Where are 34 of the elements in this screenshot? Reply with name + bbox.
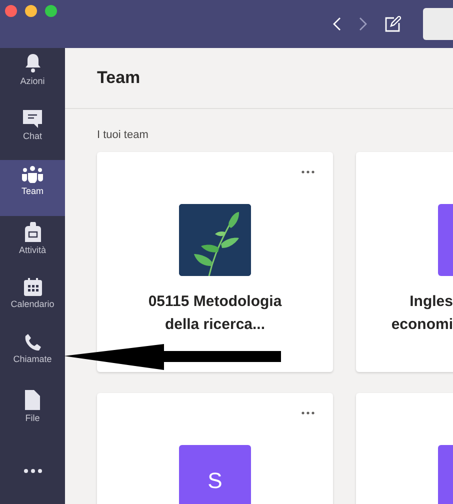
more-icon [301, 411, 315, 415]
course-card[interactable]: S [97, 393, 333, 504]
compose-icon [385, 16, 401, 32]
more-options-button[interactable] [301, 170, 315, 174]
sidebar-item[interactable]: Calendario [0, 272, 65, 328]
chevron-left-icon [333, 17, 341, 31]
sidebar-item[interactable]: Chiamate [0, 328, 65, 384]
search-field[interactable] [423, 8, 453, 40]
more-options-button[interactable] [301, 411, 315, 415]
course-card[interactable]: 05115 Metodologia della ricerca... [97, 152, 333, 372]
avatar-letter: S [208, 468, 222, 494]
course-card[interactable]: Ingles economi [356, 152, 453, 372]
more-icon [24, 469, 42, 473]
page-title: Team [97, 68, 140, 88]
phone-icon [24, 334, 40, 351]
sidebar-item[interactable]: File [0, 384, 65, 440]
sidebar-item[interactable]: Chat [0, 104, 65, 160]
section-label: I tuoi team [97, 129, 150, 141]
sidebar-item[interactable]: Team [0, 160, 65, 216]
team-name: Ingles economi [390, 292, 453, 335]
more-icon [301, 170, 315, 174]
close-button[interactable] [5, 5, 17, 17]
calendar-icon [24, 278, 42, 296]
chat-icon [23, 110, 42, 128]
minimize-button[interactable] [25, 5, 37, 17]
team-name: 05115 Metodologia della ricerca... [147, 292, 283, 335]
sidebar-item[interactable]: Attività [0, 216, 65, 272]
file-icon [25, 390, 40, 410]
maximize-button[interactable] [45, 5, 57, 17]
sidebar-item[interactable]: Azioni [0, 48, 65, 104]
chevron-right-icon [359, 17, 367, 31]
team-icon [22, 166, 43, 183]
bell-icon [24, 54, 40, 73]
backpack-icon [24, 222, 40, 242]
